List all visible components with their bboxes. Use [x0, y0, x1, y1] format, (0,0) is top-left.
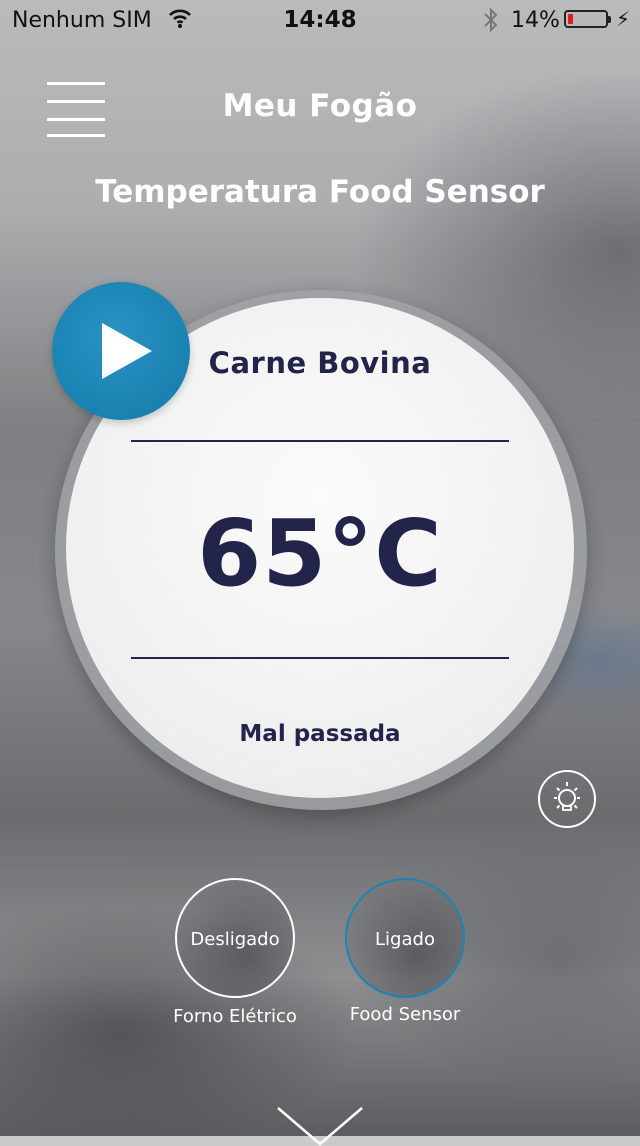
battery-icon [564, 10, 611, 28]
section-title: Temperatura Food Sensor [95, 174, 545, 210]
chevron-down-icon[interactable] [276, 1106, 364, 1146]
divider-top [131, 440, 509, 442]
forno-eletrico-toggle[interactable]: Desligado [175, 878, 295, 998]
toggle-label: Food Sensor [349, 1004, 461, 1025]
bluetooth-icon [483, 7, 499, 39]
battery-percent: 14% [511, 8, 560, 33]
doneness-label[interactable]: Mal passada [0, 721, 640, 747]
food-sensor-toggle[interactable]: Ligado [345, 878, 465, 998]
lamp-icon [554, 782, 580, 811]
page-title: Meu Fogão [222, 88, 418, 124]
temperature-value: 65°C [197, 500, 443, 607]
toggle-state: Desligado [190, 929, 280, 950]
toggle-state: Ligado [375, 929, 435, 950]
lamp-button[interactable] [538, 770, 596, 828]
status-bar: Nenhum SIM 14:48 14% ⚡ [0, 0, 640, 40]
play-button[interactable] [52, 282, 190, 420]
play-icon [102, 323, 152, 379]
divider-bottom [131, 657, 509, 659]
charging-bolt-icon: ⚡ [616, 7, 631, 31]
